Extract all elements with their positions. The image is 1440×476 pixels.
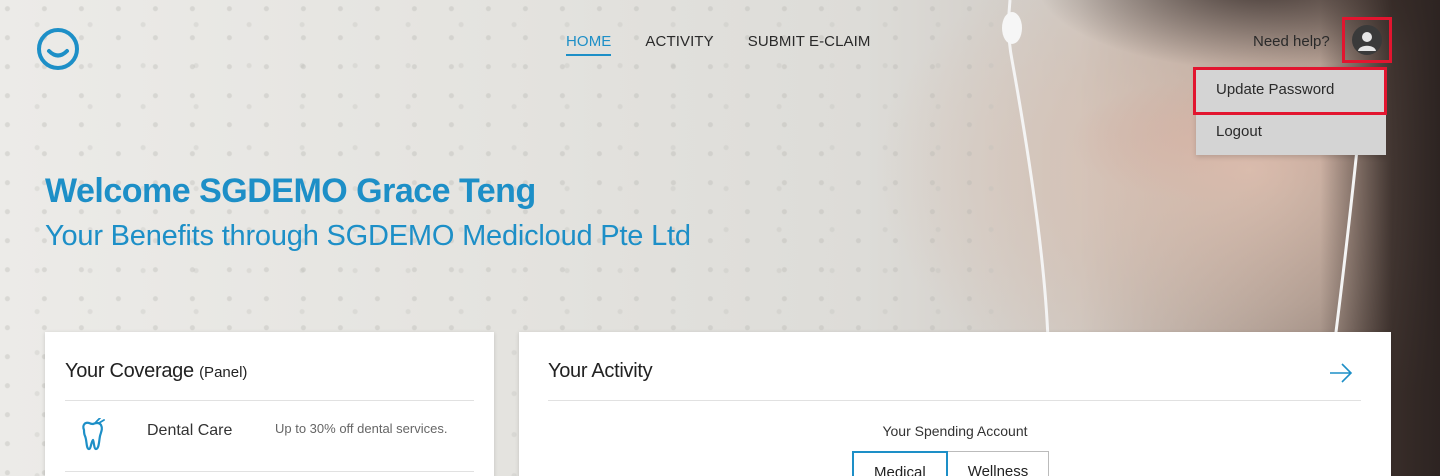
user-avatar-icon: [1352, 25, 1382, 55]
user-menu-button[interactable]: [1342, 17, 1392, 63]
coverage-item-description: Up to 30% off dental services.: [275, 421, 448, 436]
activity-divider: [548, 400, 1361, 401]
tab-medical[interactable]: Medical: [852, 451, 948, 476]
welcome-heading: Welcome SGDEMO Grace Teng: [45, 172, 536, 210]
menu-item-update-password[interactable]: Update Password: [1196, 69, 1386, 111]
need-help-link[interactable]: Need help?: [1253, 33, 1330, 50]
tooth-icon: [82, 418, 105, 451]
nav-home[interactable]: HOME: [566, 33, 612, 56]
arrow-right-icon[interactable]: [1329, 362, 1353, 384]
spending-account-label: Your Spending Account: [882, 423, 1028, 439]
coverage-divider: [65, 400, 474, 401]
tab-wellness[interactable]: Wellness: [947, 451, 1050, 476]
main-nav: HOME ACTIVITY SUBMIT E-CLAIM: [566, 33, 871, 56]
nav-activity[interactable]: ACTIVITY: [645, 33, 713, 56]
nav-submit-e-claim[interactable]: SUBMIT E-CLAIM: [748, 33, 871, 56]
activity-card: Your Activity Your Spending Account Medi…: [519, 332, 1391, 476]
coverage-qualifier: (Panel): [199, 364, 248, 381]
coverage-card: Your Coverage (Panel) Dental Care Up to …: [45, 332, 494, 476]
smile-circle-logo[interactable]: [36, 27, 80, 71]
benefits-subtitle: Your Benefits through SGDEMO Medicloud P…: [45, 220, 691, 252]
spending-tabs: Medical Wellness: [852, 451, 1050, 476]
coverage-title-text: Your Coverage: [65, 360, 194, 382]
coverage-title: Your Coverage (Panel): [65, 360, 247, 383]
menu-item-logout[interactable]: Logout: [1196, 111, 1386, 153]
coverage-item-name: Dental Care: [147, 422, 233, 439]
user-dropdown-menu: Update Password Logout: [1196, 67, 1386, 155]
coverage-item-divider: [65, 471, 474, 472]
activity-title: Your Activity: [548, 360, 653, 382]
